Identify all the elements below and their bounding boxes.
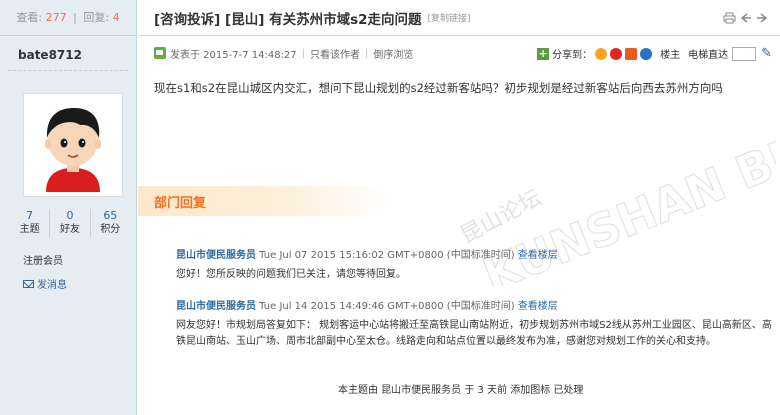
replies-label: 回复: [83,11,110,24]
author-username[interactable]: bate8712 [0,36,136,70]
thread-title-bar: [咨询投诉] [昆山] 有关苏州市域s2走向问题 [复制链接] [138,0,780,36]
department-reply-header: 部门回复 [138,186,388,216]
replies-count: 4 [112,11,120,24]
view-floor-link[interactable]: 查看楼层 [518,301,558,312]
print-icon[interactable] [723,12,736,24]
next-thread-icon[interactable] [756,12,768,24]
reply-time: Tue Jul 07 2015 15:16:02 GMT+0800 (中国标准时… [256,250,518,261]
reply-item: 昆山市便民服务员 Tue Jul 14 2015 14:49:46 GMT+08… [176,297,776,350]
tencent-weibo-icon[interactable] [640,47,653,60]
online-status-icon [154,47,166,59]
reply-item: 昆山市便民服务员 Tue Jul 07 2015 15:16:02 GMT+08… [176,246,558,283]
post-info-bar: 发表于 2015-7-7 14:48:27 | 只看该作者 | 倒序浏览 + 分… [138,36,780,70]
count-points[interactable]: 65 积分 [89,209,130,237]
reply-time: Tue Jul 14 2015 14:49:46 GMT+0800 (中国标准时… [256,301,518,312]
share-label: 分享到： [552,50,593,61]
share-bar: + 分享到： 楼主 电梯直达 ✎ [537,46,772,61]
count-topics[interactable]: 7 主题 [10,209,49,237]
moderation-note: 本主题由 昆山市便民服务员 于 3 天前 添加图标 已处理 [338,385,584,396]
department-reply-title: 部门回复 [154,196,207,211]
view-floor-link[interactable]: 查看楼层 [518,250,558,261]
reverse-order-link[interactable]: 倒序浏览 [373,46,413,61]
author-only-link[interactable]: 只看该作者 [310,46,360,61]
goto-floor-label: 电梯直达 [688,50,729,61]
author-sidebar: 查看: 277 | 回复: 4 bate8712 7 主题 0 好友 65 积分… [0,0,137,415]
count-friends[interactable]: 0 好友 [49,209,89,237]
reply-body: 网友您好！市规划局答复如下： 规划客运中心站将搬迁至高铁昆山南站附近，初步规划苏… [176,320,772,347]
post-date: 发表于 2015-7-7 14:48:27 [170,49,297,61]
goto-floor-input[interactable] [732,46,757,61]
thread-title: [咨询投诉] [昆山] 有关苏州市域s2走向问题 [154,11,422,28]
renren-icon[interactable] [625,47,638,60]
floor-label: 楼主 [660,50,681,61]
envelope-icon [23,279,34,288]
prev-thread-icon[interactable] [740,12,752,24]
reply-author[interactable]: 昆山市便民服务员 [176,250,256,261]
plus-icon[interactable]: + [537,47,550,60]
reply-body: 您好！您所反映的问题我们已关注，请您等待回复。 [176,269,406,280]
send-message-link[interactable]: 发消息 [23,276,67,291]
reply-author[interactable]: 昆山市便民服务员 [176,301,256,312]
user-counts: 7 主题 0 好友 65 积分 [10,209,130,237]
views-label: 查看: [16,11,43,24]
watermark-cn: 昆山论坛 [456,186,545,249]
goto-icon[interactable]: ✎ [761,46,772,61]
copy-link[interactable]: [复制链接] [428,11,471,24]
weibo-icon[interactable] [610,47,623,60]
qzone-icon[interactable] [595,47,608,60]
user-group[interactable]: 注册会员 [23,252,63,267]
send-message-label: 发消息 [37,280,67,291]
post-content: 现在s1和s2在昆山城区内交汇，想问下昆山规划的s2经过新客站吗？初步规划是经过… [154,81,723,95]
views-count: 277 [45,11,67,24]
avatar[interactable] [23,93,123,197]
thread-stats: 查看: 277 | 回复: 4 [0,0,136,36]
post-main: [咨询投诉] [昆山] 有关苏州市域s2走向问题 [复制链接] 发表于 2015… [138,0,780,415]
thread-tools [723,12,768,24]
